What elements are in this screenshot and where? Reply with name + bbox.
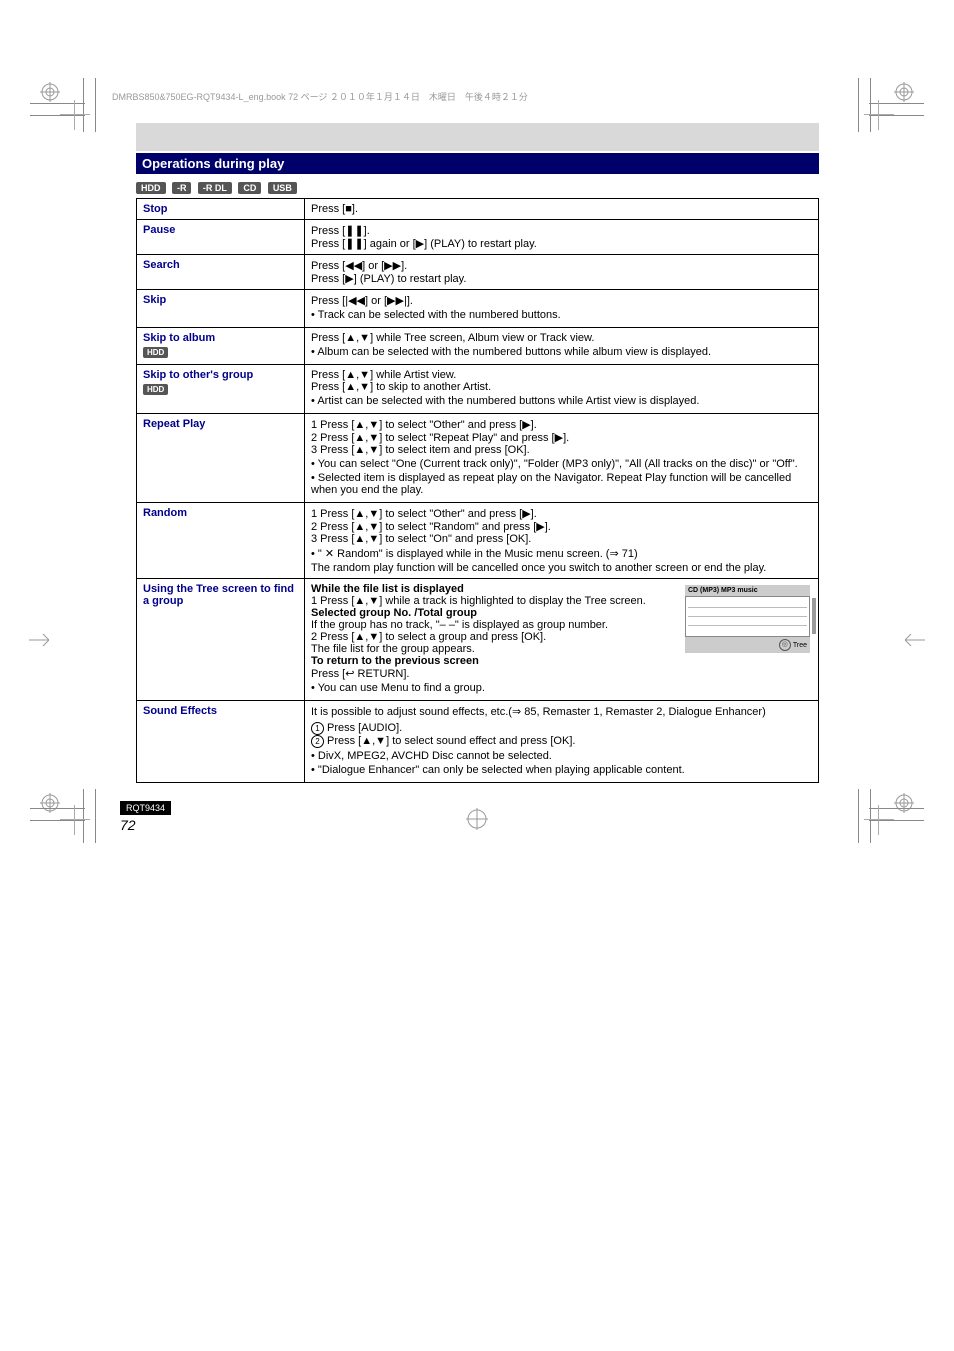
preview-row bbox=[688, 626, 807, 634]
right-icon: ▶ bbox=[555, 432, 563, 444]
tag-rdl: -R DL bbox=[198, 182, 232, 194]
registration-mark-icon bbox=[29, 630, 49, 650]
crosshair-icon bbox=[864, 805, 894, 835]
crop-line bbox=[858, 78, 859, 132]
tag-usb: USB bbox=[268, 182, 297, 194]
crosshair-icon bbox=[60, 805, 90, 835]
cell-search: Press [◀◀] or [▶▶]. Press [▶] (PLAY) to … bbox=[305, 255, 819, 290]
crosshair-icon bbox=[864, 100, 894, 130]
stop-icon: ■ bbox=[345, 203, 352, 215]
row-skip-group: Skip to other's group HDD Press [▲,▼] wh… bbox=[137, 365, 819, 414]
up-down-icon: ▲,▼ bbox=[354, 508, 379, 520]
cell-repeat: 1 Press [▲,▼] to select "Other" and pres… bbox=[305, 414, 819, 503]
preview-row bbox=[688, 608, 807, 617]
tag-hdd: HDD bbox=[136, 182, 166, 194]
cell-sound: It is possible to adjust sound effects, … bbox=[305, 701, 819, 783]
up-down-icon: ▲,▼ bbox=[354, 444, 379, 456]
registration-mark-icon bbox=[894, 82, 914, 102]
crop-line bbox=[95, 789, 96, 843]
cell-skip-album: Press [▲,▼] while Tree screen, Album vie… bbox=[305, 328, 819, 365]
preview-scrollbar bbox=[812, 598, 816, 634]
random-icon: ✕ bbox=[325, 548, 334, 560]
row-tree: Using the Tree screen to find a group CD… bbox=[137, 579, 819, 701]
preview-row bbox=[688, 599, 807, 608]
rqt-code: RQT9434 bbox=[126, 803, 165, 813]
play-icon: ▶ bbox=[345, 273, 353, 285]
up-down-icon: ▲,▼ bbox=[354, 432, 379, 444]
crosshair-icon bbox=[466, 808, 488, 833]
up-down-icon: ▲,▼ bbox=[354, 521, 379, 533]
tag-hdd-inline: HDD bbox=[143, 384, 168, 395]
up-down-icon: ▲,▼ bbox=[354, 595, 379, 607]
label-tree: Using the Tree screen to find a group bbox=[137, 579, 305, 701]
step-2-icon: 2 bbox=[311, 735, 324, 748]
cell-stop: Press [■]. bbox=[305, 199, 819, 220]
registration-mark-icon bbox=[894, 793, 914, 813]
cell-skip-group: Press [▲,▼] while Artist view. Press [▲,… bbox=[305, 365, 819, 414]
operations-table: Stop Press [■]. Pause Press [❚❚]. Press … bbox=[136, 198, 819, 783]
label-stop: Stop bbox=[137, 199, 305, 220]
rewind-icon: ◀◀ bbox=[345, 260, 362, 272]
label-repeat: Repeat Play bbox=[137, 414, 305, 503]
row-search: Search Press [◀◀] or [▶▶]. Press [▶] (PL… bbox=[137, 255, 819, 290]
registration-mark-icon bbox=[40, 82, 60, 102]
step-1-icon: 1 bbox=[311, 722, 324, 735]
pause-icon: ❚❚ bbox=[345, 238, 363, 250]
cell-pause: Press [❚❚]. Press [❚❚] again or [▶] (PLA… bbox=[305, 220, 819, 255]
up-down-icon: ▲,▼ bbox=[345, 381, 370, 393]
row-stop: Stop Press [■]. bbox=[137, 199, 819, 220]
row-repeat: Repeat Play 1 Press [▲,▼] to select "Oth… bbox=[137, 414, 819, 503]
right-icon: ▶ bbox=[522, 419, 530, 431]
up-down-icon: ▲,▼ bbox=[354, 419, 379, 431]
up-down-icon: ▲,▼ bbox=[345, 332, 370, 344]
label-pause: Pause bbox=[137, 220, 305, 255]
crop-line bbox=[858, 789, 859, 843]
cell-random: 1 Press [▲,▼] to select "Other" and pres… bbox=[305, 503, 819, 579]
row-skip-album: Skip to album HDD Press [▲,▼] while Tree… bbox=[137, 328, 819, 365]
page-banner bbox=[136, 123, 819, 151]
arrow-right-icon: ⇒ bbox=[512, 706, 521, 718]
tree-screen-preview: CD (MP3) MP3 music bbox=[685, 585, 810, 653]
preview-row bbox=[688, 617, 807, 626]
page-footer: RQT9434 72 bbox=[120, 801, 177, 833]
play-icon: ▶ bbox=[416, 238, 424, 250]
row-random: Random 1 Press [▲,▼] to select "Other" a… bbox=[137, 503, 819, 579]
label-skip: Skip bbox=[137, 290, 305, 328]
label-skip-group: Skip to other's group HDD bbox=[137, 365, 305, 414]
tag-cd: CD bbox=[238, 182, 261, 194]
up-down-icon: ▲,▼ bbox=[361, 735, 386, 747]
media-tags: HDD -R -R DL CD USB bbox=[136, 178, 819, 196]
section-title: Operations during play bbox=[136, 153, 819, 174]
label-random: Random bbox=[137, 503, 305, 579]
row-sound: Sound Effects It is possible to adjust s… bbox=[137, 701, 819, 783]
skip-forward-icon: ▶▶| bbox=[387, 295, 407, 307]
crosshair-icon bbox=[60, 100, 90, 130]
label-search: Search bbox=[137, 255, 305, 290]
cell-tree: CD (MP3) MP3 music bbox=[305, 579, 819, 701]
right-icon: ▶ bbox=[536, 521, 544, 533]
row-pause: Pause Press [❚❚]. Press [❚❚] again or [▶… bbox=[137, 220, 819, 255]
crop-line bbox=[95, 78, 96, 132]
preview-header: CD (MP3) MP3 music bbox=[685, 585, 810, 596]
page-number: 72 bbox=[120, 817, 177, 833]
right-icon: ▶ bbox=[522, 508, 530, 520]
print-header-line: DMRBS850&750EG-RQT9434-L_eng.book 72 ページ… bbox=[112, 90, 954, 103]
registration-mark-icon bbox=[905, 630, 925, 650]
pause-icon: ❚❚ bbox=[345, 225, 363, 237]
tag-hdd-inline: HDD bbox=[143, 347, 168, 358]
registration-mark-icon bbox=[40, 793, 60, 813]
disc-icon: ◎ bbox=[779, 639, 791, 651]
arrow-right-icon: ⇒ bbox=[609, 548, 618, 560]
label-sound: Sound Effects bbox=[137, 701, 305, 783]
cell-skip: Press [|◀◀] or [▶▶|]. • Track can be sel… bbox=[305, 290, 819, 328]
up-down-icon: ▲,▼ bbox=[354, 533, 379, 545]
preview-footer: ◎Tree bbox=[685, 637, 810, 653]
fastforward-icon: ▶▶ bbox=[384, 260, 401, 272]
skip-back-icon: |◀◀ bbox=[345, 295, 365, 307]
up-down-icon: ▲,▼ bbox=[345, 369, 370, 381]
label-skip-album: Skip to album HDD bbox=[137, 328, 305, 365]
row-skip: Skip Press [|◀◀] or [▶▶|]. • Track can b… bbox=[137, 290, 819, 328]
up-down-icon: ▲,▼ bbox=[354, 631, 379, 643]
tag-r: -R bbox=[172, 182, 192, 194]
